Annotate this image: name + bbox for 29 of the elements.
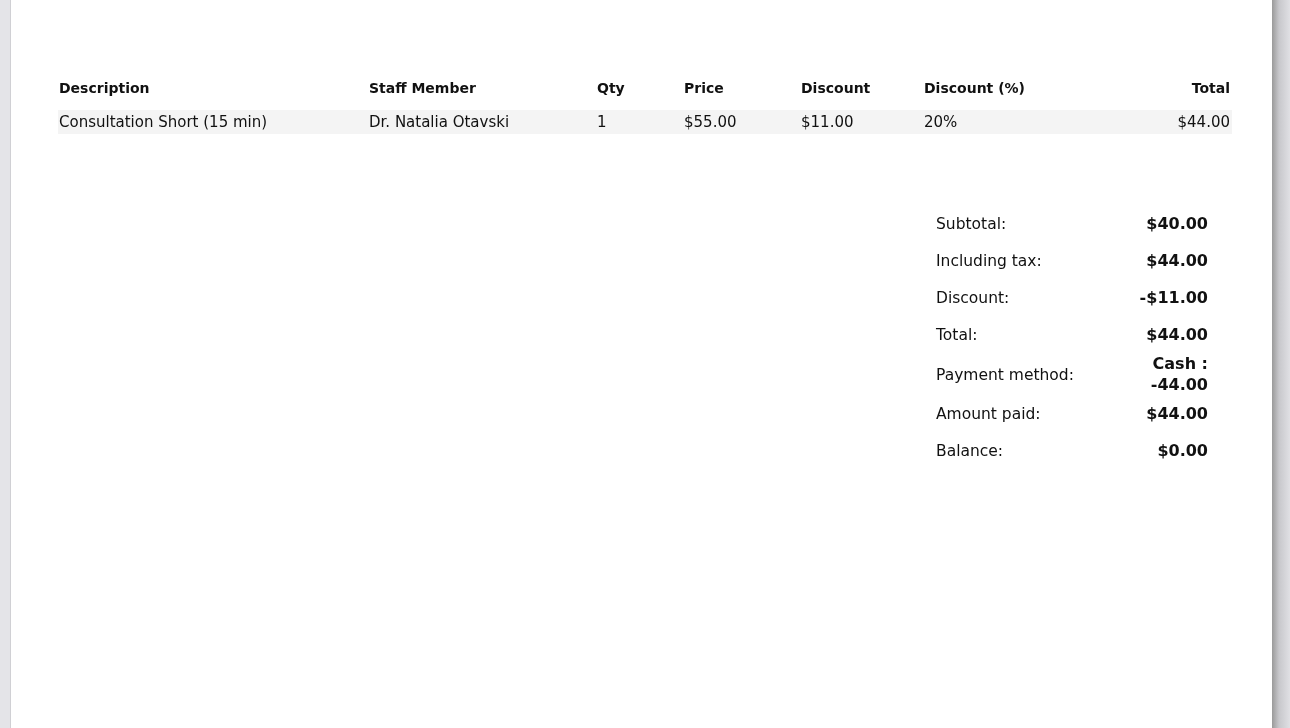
summary-label: Including tax: (936, 251, 1042, 270)
table-cell-text: $44.00 (1176, 113, 1231, 131)
table-cell-text: Consultation Short (15 min) (58, 113, 269, 131)
column-header: Price (683, 80, 725, 96)
summary-label: Subtotal: (936, 214, 1007, 233)
summary-label: Balance: (936, 441, 1004, 460)
scrollbar[interactable] (1272, 0, 1290, 728)
summary-label: Payment method: (936, 364, 1074, 384)
summary-value: $40.00 (1145, 213, 1208, 234)
column-header: Staff Member (368, 80, 477, 96)
summary-value: -$11.00 (1138, 287, 1208, 308)
summary-label: Discount: (936, 288, 1010, 307)
summary-value: Cash : -44.00 (1149, 353, 1208, 395)
column-header: Description (58, 80, 151, 96)
table-cell-text: Dr. Natalia Otavski (368, 113, 511, 131)
table-cell-text: $55.00 (683, 113, 738, 131)
table-cell-text: 20% (923, 113, 959, 131)
summary-label: Total: (936, 325, 978, 344)
table-cell-text: $11.00 (800, 113, 855, 131)
column-header: Qty (596, 80, 626, 96)
table-cell-text: 1 (596, 113, 608, 131)
column-header: Discount (%) (923, 80, 1026, 96)
column-header: Total (1190, 80, 1231, 96)
summary-value: $0.00 (1156, 440, 1208, 461)
column-header: Discount (800, 80, 872, 96)
summary-value: $44.00 (1145, 250, 1208, 271)
summary-value: $44.00 (1145, 324, 1208, 345)
summary-label: Amount paid: (936, 404, 1041, 423)
summary-value: $44.00 (1145, 403, 1208, 424)
